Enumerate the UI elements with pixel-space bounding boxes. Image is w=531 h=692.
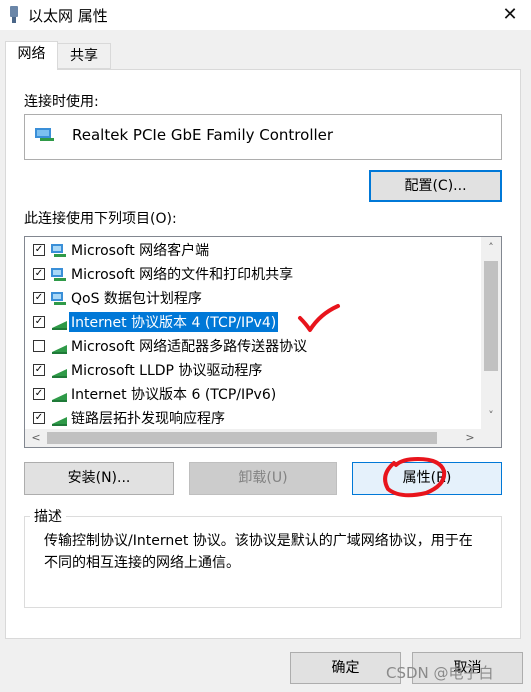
uninstall-button[interactable]: 卸载(U) [189, 462, 337, 495]
network-adapter-icon [10, 6, 18, 23]
list-item[interactable]: ✓ Internet 协议版本 6 (TCP/IPv6) [25, 382, 481, 406]
item-checkbox[interactable]: ✓ [33, 316, 45, 328]
list-item[interactable]: ✓ 链路层拓扑发现响应程序 [25, 406, 481, 430]
adapter-name: Realtek PCIe GbE Family Controller [72, 126, 334, 144]
protocol-icon [52, 393, 67, 402]
list-item[interactable]: ✓ Microsoft 网络的文件和打印机共享 [25, 262, 481, 286]
vertical-scroll-thumb[interactable] [484, 261, 498, 371]
item-checkbox[interactable]: ✓ [33, 412, 45, 424]
annotation-circle-icon [383, 456, 447, 498]
item-checkbox[interactable]: ✓ [33, 244, 45, 256]
scroll-up-icon[interactable]: ˄ [483, 241, 499, 254]
item-checkbox[interactable] [33, 340, 45, 352]
description-text: 传输控制协议/Internet 协议。该协议是默认的广域网络协议，用于在不同的相… [44, 533, 473, 571]
file-share-icon [51, 268, 66, 281]
protocol-icon [52, 345, 67, 354]
connect-using-label: 连接时使用: [24, 94, 99, 110]
horizontal-scrollbar[interactable]: < > [25, 429, 481, 447]
list-item[interactable]: ✓ Microsoft LLDP 协议驱动程序 [25, 358, 481, 382]
scroll-right-icon[interactable]: > [462, 431, 478, 444]
scroll-down-icon[interactable]: ˅ [483, 409, 499, 422]
configure-button[interactable]: 配置(C)... [369, 170, 502, 202]
item-checkbox[interactable]: ✓ [33, 268, 45, 280]
annotation-checkmark-icon [298, 304, 340, 332]
list-item[interactable]: Microsoft 网络适配器多路传送器协议 [25, 334, 481, 358]
list-item[interactable]: ✓ Microsoft 网络客户端 [25, 238, 481, 262]
list-item-selected[interactable]: ✓ Internet 协议版本 4 (TCP/IPv4) [25, 310, 481, 334]
items-label: 此连接使用下列项目(O): [24, 211, 177, 227]
vertical-scrollbar[interactable]: ˄ ˅ [481, 237, 501, 429]
scroll-corner [481, 429, 501, 447]
horizontal-scroll-thumb[interactable] [47, 432, 437, 444]
qos-icon [51, 292, 66, 305]
item-checkbox[interactable]: ✓ [33, 292, 45, 304]
network-client-icon [51, 244, 66, 257]
install-button[interactable]: 安装(N)... [24, 462, 174, 495]
tab-sharing[interactable]: 共享 [58, 43, 111, 69]
ok-button[interactable]: 确定 [290, 652, 401, 684]
items-list[interactable]: ✓ Microsoft 网络客户端 ✓ Microsoft 网络的文件和打印机共… [24, 236, 502, 448]
item-checkbox[interactable]: ✓ [33, 388, 45, 400]
tab-network[interactable]: 网络 [5, 41, 58, 70]
scroll-left-icon[interactable]: < [28, 431, 44, 444]
protocol-icon [52, 321, 67, 330]
protocol-icon [52, 369, 67, 378]
item-checkbox[interactable]: ✓ [33, 364, 45, 376]
network-card-icon [35, 128, 54, 141]
protocol-icon [52, 417, 67, 426]
close-icon[interactable]: ✕ [497, 3, 523, 27]
watermark: CSDN @电子白 [386, 664, 494, 682]
description-title: 描述 [30, 506, 66, 526]
list-item[interactable]: ✓ QoS 数据包计划程序 [25, 286, 481, 310]
window-title: 以太网 属性 [28, 7, 108, 25]
